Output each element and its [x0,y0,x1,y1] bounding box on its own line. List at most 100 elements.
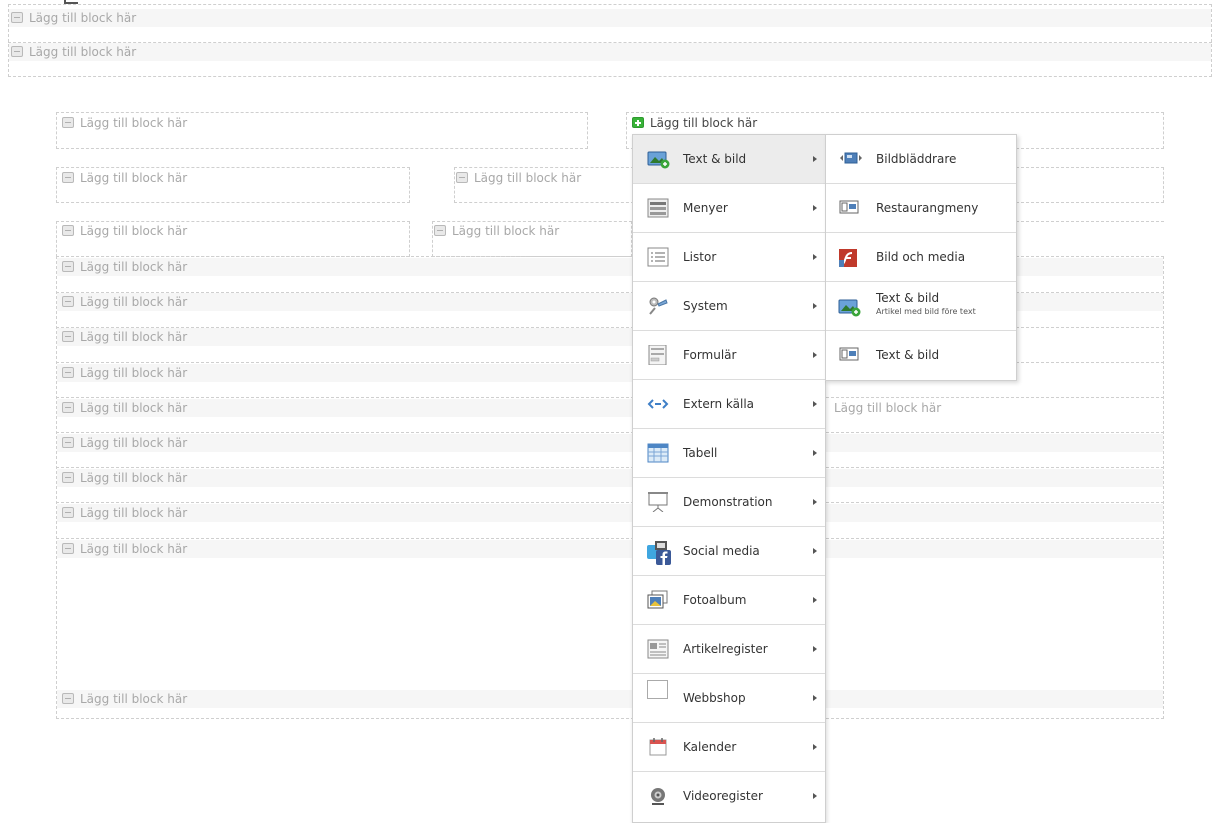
add-block-icon [62,296,74,307]
submenu-item-image-and-media[interactable]: Bild och media [826,233,1016,282]
add-block-icon [11,46,23,57]
text-image-icon [647,149,670,169]
chevron-right-icon [813,205,817,211]
submenu-item-sublabel: Artikel med bild före text [876,307,976,316]
menu-item-video-register[interactable]: Videoregister [633,772,825,821]
photo-album-icon [647,590,669,610]
add-block-icon [62,437,74,448]
chevron-right-icon [813,695,817,701]
chevron-right-icon [813,646,817,652]
add-block-placeholder[interactable]: Lägg till block här [434,222,559,240]
submenu-item-restaurant-menu[interactable]: Restaurangmeny [826,184,1016,233]
add-block-placeholder[interactable]: Lägg till block här [62,293,187,311]
add-block-placeholder[interactable]: Lägg till block här [62,114,187,132]
add-block-placeholder[interactable]: Lägg till block här [62,328,187,346]
table-icon [647,443,669,463]
add-block-placeholder[interactable]: Lägg till block här [818,399,941,417]
menu-item-photo-album[interactable]: Fotoalbum [633,576,825,625]
menu-item-social-media[interactable]: Social media [633,527,825,576]
divider [56,397,1164,398]
add-block-placeholder[interactable]: Lägg till block här [456,169,581,187]
menu-item-form[interactable]: Formulär [633,331,825,380]
menu-item-lists[interactable]: Listor [633,233,825,282]
add-block-green-icon [632,117,644,128]
chevron-right-icon [813,450,817,456]
add-block-icon [62,367,74,378]
divider [56,432,1164,433]
add-block-icon [11,12,23,23]
add-block-placeholder[interactable]: Lägg till block här [62,258,187,276]
menu-item-table[interactable]: Tabell [633,429,825,478]
block-strip [826,540,1163,558]
add-block-placeholder[interactable]: Lägg till block här [62,690,187,708]
form-icon [647,344,669,366]
chevron-right-icon [813,156,817,162]
calendar-icon [647,737,669,757]
menu-item-article-register[interactable]: Artikelregister [633,625,825,674]
submenu-item-text-image-article[interactable]: Text & bild Artikel med bild före text [826,282,1016,331]
block-strip [826,504,1163,522]
video-register-icon [647,786,669,806]
menu-item-menus[interactable]: Menyer [633,184,825,233]
menu-item-system[interactable]: System [633,282,825,331]
article-register-icon [647,639,669,659]
add-block-placeholder[interactable]: Lägg till block här [11,43,136,61]
add-block-icon [62,172,74,183]
text-image-small-icon [838,346,862,364]
add-block-placeholder[interactable]: Lägg till block här [62,364,187,382]
chevron-right-icon [813,548,817,554]
social-media-icon [647,541,671,565]
divider [1016,221,1164,222]
chevron-right-icon [813,793,817,799]
divider [56,467,1164,468]
chevron-right-icon [813,303,817,309]
divider [56,502,1164,503]
chevron-right-icon [813,499,817,505]
add-block-placeholder[interactable]: Lägg till block här [62,504,187,522]
menu-item-demonstration[interactable]: Demonstration [633,478,825,527]
image-browser-icon [838,150,862,168]
list-icon [647,247,669,267]
chevron-right-icon [813,401,817,407]
add-block-placeholder[interactable]: Lägg till block här [62,399,187,417]
menu-item-external-source[interactable]: Extern källa [633,380,825,429]
divider [56,538,1164,539]
webshop-icon [647,680,669,700]
menu-item-calendar[interactable]: Kalender [633,723,825,772]
block-strip [826,469,1163,487]
add-block-icon [62,543,74,554]
block-strip [9,9,1211,27]
chevron-right-icon [813,254,817,260]
add-block-icon [62,261,74,272]
add-block-placeholder[interactable]: Lägg till block här [62,469,187,487]
external-source-icon [647,394,669,414]
add-block-icon [62,472,74,483]
add-block-icon [62,225,74,236]
block-strip [1017,258,1163,276]
flash-media-icon [838,248,862,267]
presentation-icon [647,492,669,513]
submenu-item-image-browser[interactable]: Bildbläddrare [826,135,1016,184]
add-block-icon [62,507,74,518]
system-icon [647,296,669,316]
add-block-placeholder[interactable]: Lägg till block här [11,9,136,27]
add-block-button-active[interactable]: Lägg till block här [632,114,757,132]
block-strip [9,43,1211,61]
chevron-right-icon [813,352,817,358]
submenu-item-text-image[interactable]: Text & bild [826,331,1016,380]
chevron-right-icon [813,744,817,750]
add-block-icon [62,693,74,704]
block-type-menu: Text & bild Menyer Listor System Formulä… [632,134,826,823]
add-block-placeholder[interactable]: Lägg till block här [62,169,187,187]
add-block-placeholder[interactable]: Lägg till block här [62,540,187,558]
submenu-item-label: Text & bild [876,291,940,305]
menu-item-text-image[interactable]: Text & bild [633,135,825,184]
add-block-icon [62,117,74,128]
chevron-right-icon [813,597,817,603]
text-image-icon [838,297,862,317]
menu-icon [647,198,669,218]
add-block-placeholder[interactable]: Lägg till block här [62,434,187,452]
add-block-icon [434,225,446,236]
add-block-placeholder[interactable]: Lägg till block här [62,222,187,240]
menu-item-webshop[interactable]: Webbshop [633,674,825,723]
